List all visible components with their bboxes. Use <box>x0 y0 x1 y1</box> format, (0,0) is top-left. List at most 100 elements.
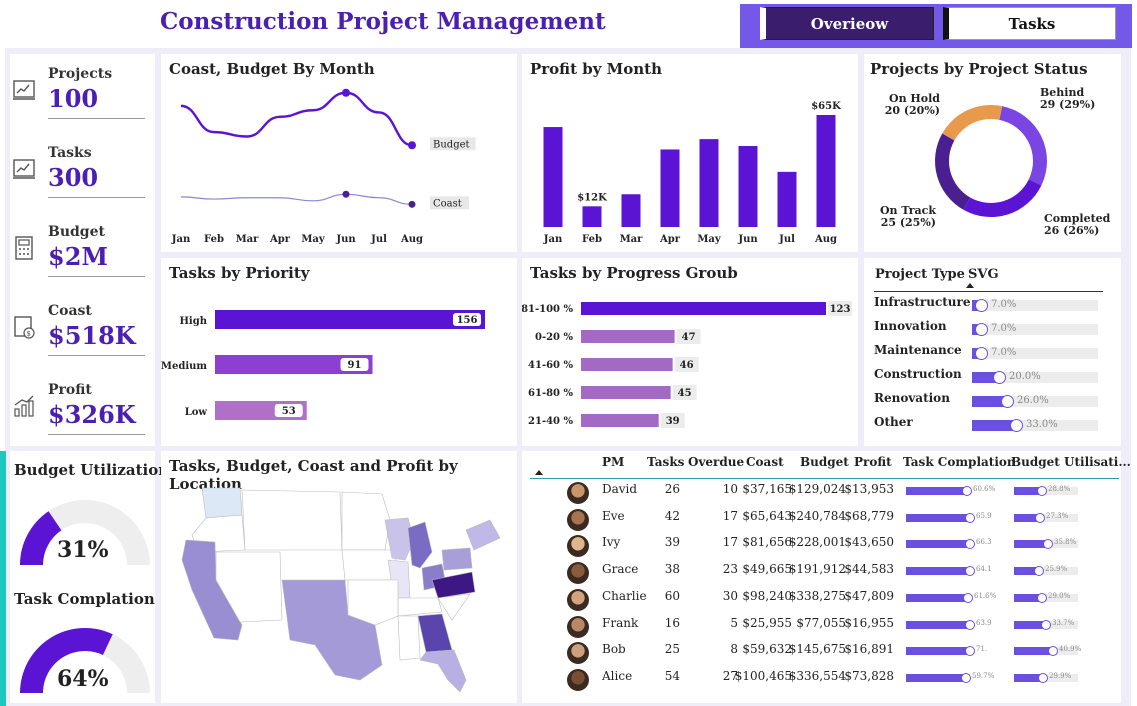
data-point <box>408 200 416 208</box>
bar-knob <box>1043 539 1053 550</box>
bar-value: 35.8% <box>1054 538 1077 547</box>
divider <box>48 118 145 119</box>
slider-track[interactable]: 20.0% <box>972 371 1098 384</box>
column-header[interactable]: Overdue <box>688 455 744 469</box>
chart-doc-icon <box>12 78 36 102</box>
kpi-value: $326K <box>48 400 136 429</box>
state-alabama[interactable] <box>397 615 421 661</box>
budget-utilization-bar: 27.3% <box>1014 511 1078 523</box>
kpi-budget: Budget $2M <box>12 224 145 284</box>
bar-value: 71. <box>976 645 988 654</box>
cell-profit: $44,583 <box>844 562 894 577</box>
x-tick-label: Aug <box>400 234 423 245</box>
bar <box>215 310 485 329</box>
category-label: 21-40 % <box>528 416 573 427</box>
bar-knob <box>963 592 973 603</box>
column-header[interactable]: Coast <box>746 455 784 469</box>
slider-value: 26.0% <box>1017 395 1049 406</box>
state-new-york[interactable] <box>465 519 501 551</box>
state-minnesota[interactable] <box>341 491 391 551</box>
bar-value: 33.7% <box>1052 618 1075 627</box>
kpi-label: Profit <box>48 382 92 398</box>
category-label: High <box>179 316 207 327</box>
state-michigan[interactable] <box>407 521 433 569</box>
bar-knob <box>1037 486 1047 496</box>
state-tennessee[interactable] <box>397 597 443 617</box>
state-northern-plains[interactable] <box>241 489 343 551</box>
series-label: Budget <box>433 139 470 150</box>
task-completion-bar: 71. <box>906 645 987 657</box>
donut-slice <box>963 179 1042 217</box>
bar <box>581 386 671 399</box>
bar-fill <box>906 593 968 602</box>
cell-profit: $16,955 <box>844 615 894 630</box>
state-washington[interactable] <box>201 487 243 519</box>
donut-slice <box>999 106 1047 186</box>
x-tick-label: Jul <box>370 234 387 245</box>
slider-track[interactable]: 33.0% <box>972 419 1098 432</box>
x-tick-label: Apr <box>659 234 681 245</box>
column-header[interactable]: Profit <box>854 455 892 469</box>
column-header[interactable]: Tasks <box>647 455 684 469</box>
bar-knob <box>1034 566 1044 577</box>
kpi-label: Coast <box>48 303 92 319</box>
data-label: $65K <box>811 101 841 112</box>
bar <box>660 149 680 227</box>
column-header[interactable]: Budget Utilisati... <box>1011 455 1131 469</box>
budget-utilization-bar: 28.8% <box>1014 485 1078 496</box>
state-georgia[interactable] <box>417 613 453 653</box>
state-pennsylvania[interactable] <box>441 547 473 571</box>
bar-value: 25.9% <box>1045 565 1068 574</box>
data-label: 53 <box>282 406 296 417</box>
filter-header[interactable]: SVG <box>968 267 999 282</box>
avatar <box>567 508 589 531</box>
column-header[interactable]: Task Complation <box>903 455 1016 469</box>
project-type-row[interactable]: Infrastructure 7.0% <box>874 295 1114 315</box>
project-type-row[interactable]: Maintenance 7.0% <box>874 343 1114 363</box>
slider-knob[interactable] <box>975 323 988 336</box>
project-type-row[interactable]: Other 33.0% <box>874 415 1114 435</box>
category-label: 41-60 % <box>528 360 573 371</box>
category-label: 81-100 % <box>522 304 573 315</box>
divider <box>48 197 145 198</box>
x-tick-label: Mar <box>620 234 644 245</box>
x-tick-label: Jul <box>778 234 795 245</box>
avatar <box>567 482 589 504</box>
progress-chart: 81-100 % 123 0-20 % 47 41-60 % 46 61-80 % 45 21-… <box>522 301 852 428</box>
slice-label: 20 (20%) <box>885 104 940 117</box>
kpi-tasks: Tasks 300 <box>12 145 145 205</box>
divider <box>874 291 1103 292</box>
bar-fill <box>906 567 970 576</box>
kpi-projects: Projects 100 <box>12 66 145 126</box>
x-tick-label: Jun <box>737 234 758 245</box>
slider-knob[interactable] <box>975 347 988 360</box>
bar-value: 27.3% <box>1046 511 1069 520</box>
slider-knob[interactable] <box>1001 395 1014 408</box>
kpi-coast: $ Coast $518K <box>12 303 145 363</box>
nav-tasks-button[interactable]: Tasks <box>943 7 1116 40</box>
kpi-value: $518K <box>48 321 136 350</box>
project-type-row[interactable]: Construction 20.0% <box>874 367 1114 387</box>
bar-value: 40.9% <box>1059 645 1082 654</box>
bar-fill <box>906 647 970 656</box>
nav-overview-button[interactable]: Overieow <box>760 7 934 40</box>
slider-knob[interactable] <box>1010 419 1023 432</box>
project-type-row[interactable]: Renovation 26.0% <box>874 391 1114 411</box>
slider-track[interactable]: 7.0% <box>972 299 1098 312</box>
slider-track[interactable]: 7.0% <box>972 347 1098 360</box>
slider-knob[interactable] <box>993 371 1006 384</box>
column-header[interactable]: PM <box>602 455 624 469</box>
slider-track[interactable]: 26.0% <box>972 395 1098 408</box>
project-type-row[interactable]: Innovation 7.0% <box>874 319 1114 339</box>
sort-up-icon[interactable] <box>535 470 543 475</box>
x-tick-label: May <box>697 234 722 245</box>
sort-up-icon[interactable] <box>966 283 974 288</box>
bar-knob <box>965 512 975 523</box>
state-florida[interactable] <box>419 649 467 693</box>
slider-value: 7.0% <box>991 323 1017 334</box>
slider-knob[interactable] <box>975 299 988 312</box>
data-point <box>408 141 416 150</box>
bar-chart: Jan Feb $12K Mar Apr May Jun Jul Aug $65K <box>543 101 841 245</box>
slider-track[interactable]: 7.0% <box>972 323 1098 336</box>
column-header[interactable]: Budget <box>800 455 849 469</box>
